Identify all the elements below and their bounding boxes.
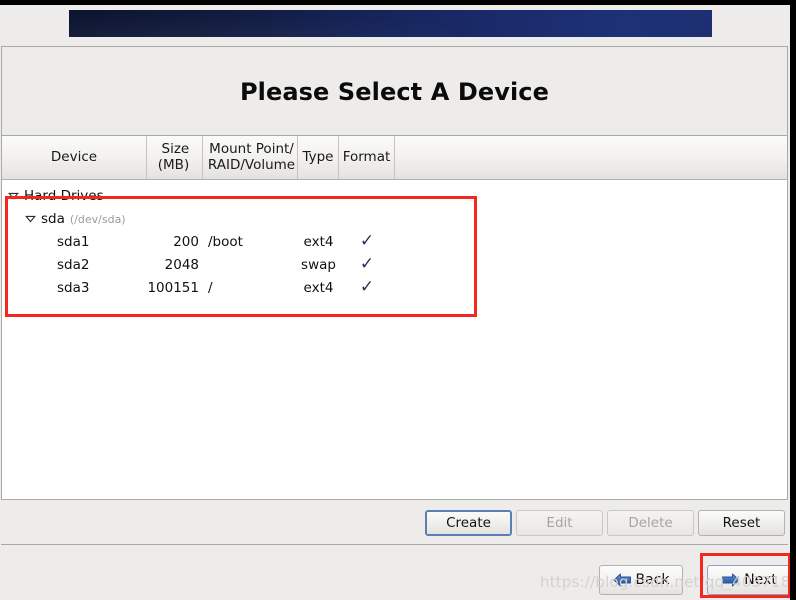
edit-button: Edit — [516, 510, 603, 536]
banner-area — [0, 5, 790, 45]
column-header-mount-point-label: Mount Point/ RAID/Volume — [208, 142, 295, 172]
checkmark-icon: ✓ — [359, 231, 375, 251]
device-path-sda: (/dev/sda) — [69, 212, 126, 226]
expander-open-icon[interactable] — [7, 189, 20, 202]
column-header-type[interactable]: Type — [298, 136, 339, 179]
expander-open-icon[interactable] — [24, 212, 37, 225]
table-row[interactable]: sda1 200 /boot ext4 ✓ — [2, 230, 787, 253]
cell-mount-point: / — [208, 279, 213, 296]
cell-size: 200 — [173, 233, 199, 250]
action-button-bar: Create Edit Delete Reset — [1, 501, 788, 545]
cell-type: swap — [301, 256, 336, 273]
table-row[interactable]: sda2 2048 swap ✓ — [2, 253, 787, 276]
device-table[interactable]: Device Size (MB) Mount Point/ RAID/Volum… — [1, 135, 788, 500]
create-button[interactable]: Create — [425, 510, 512, 536]
checkmark-icon: ✓ — [359, 254, 375, 274]
table-row-device-sda[interactable]: sda (/dev/sda) — [2, 207, 787, 230]
table-body: Hard Drives sda (/dev/sda) sda1 200 /boo… — [2, 180, 787, 499]
cell-device: sda1 — [57, 233, 90, 250]
cell-format: ✓ — [339, 279, 395, 296]
frame-edge-right — [790, 0, 796, 600]
column-header-size-line2: (MB) — [157, 156, 190, 173]
frame-edge-top — [0, 0, 796, 5]
column-header-size-line1: Size — [161, 141, 190, 158]
cell-device: sda3 — [57, 279, 90, 296]
cell-mount-point: /boot — [208, 233, 243, 250]
cell-device: sda2 — [57, 256, 90, 273]
delete-button: Delete — [607, 510, 694, 536]
arrow-left-icon — [613, 572, 632, 588]
device-cell-sda: sda (/dev/sda) — [2, 211, 787, 227]
navigation-bar: Back Next — [1, 546, 790, 600]
cell-format: ✓ — [339, 256, 395, 273]
group-cell-hard-drives: Hard Drives — [2, 188, 787, 204]
cell-size: 100151 — [147, 279, 199, 296]
reset-button[interactable]: Reset — [698, 510, 785, 536]
device-label-sda: sda — [41, 210, 65, 227]
screen: Please Select A Device Device Size (MB) … — [0, 0, 796, 600]
column-header-device-label: Device — [50, 148, 98, 165]
column-header-size[interactable]: Size (MB) — [147, 136, 203, 179]
cell-type: ext4 — [303, 279, 334, 296]
table-header-row: Device Size (MB) Mount Point/ RAID/Volum… — [2, 136, 787, 180]
checkmark-icon: ✓ — [359, 277, 375, 297]
column-header-mount-line2: RAID/Volume — [207, 156, 296, 173]
column-header-format[interactable]: Format — [339, 136, 395, 179]
column-header-format-label: Format — [342, 148, 391, 165]
cell-format: ✓ — [339, 233, 395, 250]
next-button-label: Next — [744, 572, 777, 588]
cell-type: ext4 — [303, 233, 334, 250]
installer-window: Please Select A Device Device Size (MB) … — [0, 5, 790, 600]
column-header-device[interactable]: Device — [2, 136, 147, 179]
page-title: Please Select A Device — [239, 78, 550, 106]
column-header-size-label: Size (MB) — [158, 142, 189, 172]
group-label-hard-drives: Hard Drives — [24, 187, 104, 204]
cell-size: 2048 — [164, 256, 199, 273]
arrow-right-icon — [721, 572, 740, 588]
back-button[interactable]: Back — [599, 565, 683, 595]
brand-banner — [69, 10, 712, 37]
back-button-label: Back — [635, 572, 670, 588]
column-header-mount-point[interactable]: Mount Point/ RAID/Volume — [203, 136, 298, 179]
column-header-type-label: Type — [302, 148, 334, 165]
table-row[interactable]: sda3 100151 / ext4 ✓ — [2, 276, 787, 299]
column-header-filler — [395, 136, 787, 179]
column-header-mount-line1: Mount Point/ — [209, 141, 294, 158]
next-button[interactable]: Next — [707, 565, 790, 595]
title-panel: Please Select A Device — [1, 46, 788, 135]
table-row-group-hard-drives[interactable]: Hard Drives — [2, 184, 787, 207]
